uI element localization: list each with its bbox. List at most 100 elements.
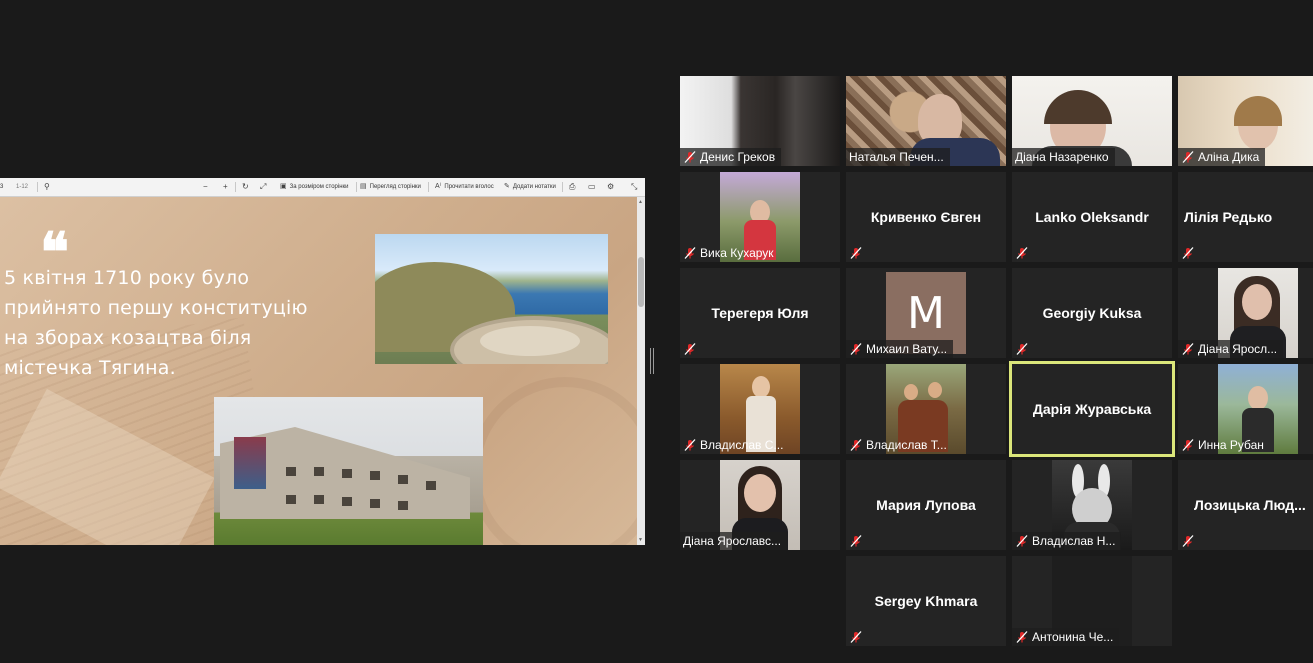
fortress-photo — [214, 397, 483, 545]
add-notes-label: Додати нотатки — [512, 184, 556, 190]
pdf-viewer-toolbar: 3 1-12 ⚲ − + ↻ ⤢ ▣ За розміром сторінки … — [0, 178, 645, 197]
participant-label — [1012, 340, 1035, 358]
zoom-in-icon[interactable]: + — [223, 178, 228, 196]
mic-muted-icon — [1181, 342, 1195, 356]
pen-icon: ✎ — [504, 183, 510, 190]
participant-tile[interactable]: Вика Кухарук — [680, 172, 840, 262]
participant-tile[interactable]: Діана Яросл... — [1178, 268, 1313, 358]
mic-muted-icon — [1015, 630, 1029, 644]
participant-label: Денис Греков — [680, 148, 782, 166]
participant-tile[interactable]: Антонина Че... — [1012, 556, 1172, 646]
participant-tile[interactable]: Владислав С... — [680, 364, 840, 454]
scrollbar-thumb[interactable] — [638, 257, 644, 307]
participant-label: Михаил Вату... — [846, 340, 954, 358]
participant-name: Georgiy Kuksa — [1042, 305, 1142, 321]
participant-tile[interactable]: Діана Ярославс... — [680, 460, 840, 550]
pdf-scrollbar[interactable]: ▲ ▼ — [637, 197, 645, 545]
participant-tile[interactable]: Денис Греков — [680, 76, 840, 166]
participant-label: Діана Яросл... — [1178, 340, 1284, 358]
zoom-out-icon[interactable]: − — [203, 178, 208, 196]
share-icon[interactable]: ⚙ — [607, 178, 614, 196]
fit-page-button[interactable]: ▣ За розміром сторінки — [280, 178, 349, 196]
participant-tile[interactable]: Владислав Т... — [846, 364, 1006, 454]
mic-muted-icon — [683, 150, 697, 164]
presentation-slide: ❝ 5 квітня 1710 року було прийнято першу… — [0, 197, 637, 545]
fit-page-icon: ▣ — [280, 183, 287, 190]
participant-tile[interactable]: Лозицька Люд... — [1178, 460, 1313, 550]
mic-muted-icon — [849, 246, 863, 260]
participant-label — [680, 340, 703, 358]
participant-name: Sergey Khmara — [874, 593, 978, 609]
participant-label: Вика Кухарук — [680, 244, 780, 262]
participant-tile[interactable]: Діана Назаренко — [1012, 76, 1172, 166]
mic-muted-icon — [1181, 534, 1195, 548]
rotate-icon[interactable]: ↻ — [242, 178, 249, 196]
read-aloud-button[interactable]: A⁾ Прочитати вголос — [435, 178, 494, 196]
participant-tile[interactable]: Sergey Khmara — [846, 556, 1006, 646]
mic-muted-icon — [1015, 246, 1029, 260]
participant-tile-active-speaker[interactable]: Дарія Журавська — [1009, 361, 1175, 457]
mic-muted-icon — [1181, 150, 1195, 164]
mic-muted-icon — [683, 246, 697, 260]
participant-tile[interactable]: Инна Рубан — [1178, 364, 1313, 454]
page-view-label: Перегляд сторінки — [369, 184, 421, 190]
participant-label — [846, 532, 869, 550]
pin-icon[interactable]: ⤡ — [631, 178, 637, 196]
participant-tile[interactable]: Владислав Н... — [1012, 460, 1172, 550]
mic-muted-icon — [849, 534, 863, 548]
participant-label — [846, 244, 869, 262]
participant-tile[interactable]: Lanko Oleksandr — [1012, 172, 1172, 262]
fit-icon[interactable]: ⤢ — [260, 178, 266, 196]
participant-tile[interactable]: Наталья Печен... — [846, 76, 1006, 166]
participant-label — [846, 628, 869, 646]
participant-name: Мария Лупова — [876, 497, 976, 513]
mic-muted-icon — [1015, 534, 1029, 548]
participant-label: Владислав Т... — [846, 436, 953, 454]
mic-muted-icon — [849, 438, 863, 452]
participant-label: Владислав Н... — [1012, 532, 1122, 550]
mic-muted-icon — [849, 630, 863, 644]
participant-label — [1178, 532, 1201, 550]
participant-tile[interactable]: M Михаил Вату... — [846, 268, 1006, 358]
mic-muted-icon — [683, 342, 697, 356]
participant-tile[interactable]: Кривенко Євген — [846, 172, 1006, 262]
participant-label — [1012, 244, 1035, 262]
participant-label: Діана Ярославс... — [680, 532, 788, 550]
participant-tile[interactable]: Georgiy Kuksa — [1012, 268, 1172, 358]
participant-label: Владислав С... — [680, 436, 789, 454]
slide-text: 5 квітня 1710 року було прийнято першу к… — [4, 267, 308, 379]
participant-tile[interactable]: Лілія Редько — [1178, 172, 1313, 262]
participant-tile[interactable]: Терегеря Юля — [680, 268, 840, 358]
participant-label — [1178, 244, 1201, 262]
participant-name: Дарія Журавська — [1032, 401, 1152, 417]
mic-muted-icon — [1181, 246, 1195, 260]
split-resize-handle[interactable] — [650, 348, 654, 374]
print-icon[interactable]: ⎙ — [569, 178, 575, 196]
participant-name: Кривенко Євген — [870, 209, 982, 225]
page-view-button[interactable]: ▤ Перегляд сторінки — [360, 178, 421, 196]
mic-muted-icon — [849, 342, 863, 356]
search-icon[interactable]: ⚲ — [44, 178, 50, 196]
read-aloud-label: Прочитати вголос — [444, 184, 494, 190]
mic-muted-icon — [683, 438, 697, 452]
participant-tile[interactable]: Мария Лупова — [846, 460, 1006, 550]
page-number[interactable]: 3 — [0, 178, 3, 196]
read-aloud-icon: A⁾ — [435, 183, 442, 190]
participant-label: Антонина Че... — [1012, 628, 1120, 646]
participant-label: Инна Рубан — [1178, 436, 1270, 454]
coast-fortress-photo — [375, 234, 608, 364]
participant-tile[interactable]: Аліна Дика — [1178, 76, 1313, 166]
mic-muted-icon — [1181, 438, 1195, 452]
participant-label: Аліна Дика — [1178, 148, 1266, 166]
fit-page-label: За розміром сторінки — [289, 184, 349, 190]
mic-muted-icon — [1015, 342, 1029, 356]
participant-label: Діана Назаренко — [1012, 148, 1115, 166]
participant-label: Наталья Печен... — [846, 148, 950, 166]
page-total: 1-12 — [16, 184, 29, 190]
save-icon[interactable]: ▭ — [588, 178, 596, 196]
participant-name: Терегеря Юля — [711, 305, 809, 321]
add-notes-button[interactable]: ✎ Додати нотатки — [504, 178, 556, 196]
shared-screen: 3 1-12 ⚲ − + ↻ ⤢ ▣ За розміром сторінки … — [0, 178, 645, 545]
page-view-icon: ▤ — [360, 183, 367, 190]
participant-name: Lanko Oleksandr — [1035, 209, 1149, 225]
